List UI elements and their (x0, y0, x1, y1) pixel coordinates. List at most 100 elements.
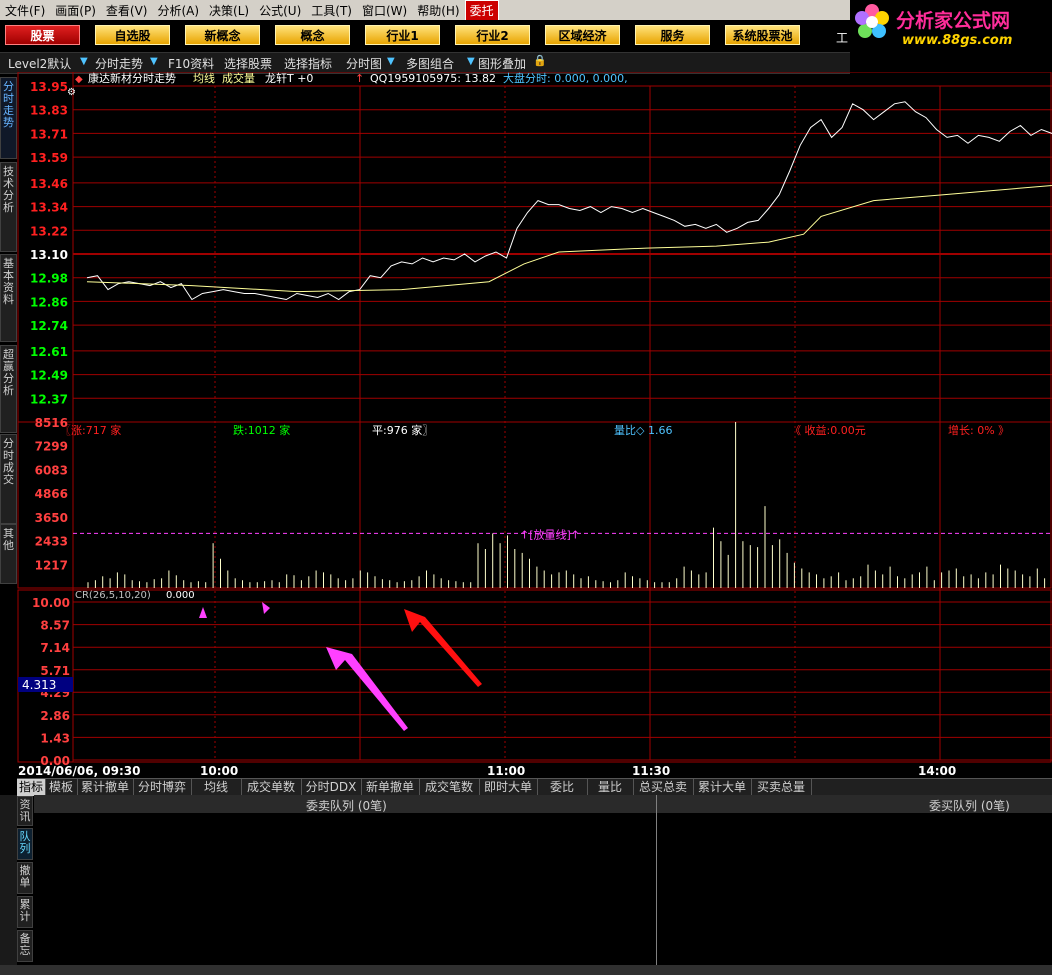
price-tick-label: 13.83 (30, 104, 68, 118)
toolbar-item-2[interactable]: F10资料 (168, 55, 214, 72)
menu-item-0[interactable]: 文件(F) (0, 0, 50, 21)
nav-button-4[interactable]: 行业1 (365, 25, 440, 45)
volume-tick-label: 1217 (35, 558, 68, 572)
side-tab-2[interactable]: 撤单 (17, 862, 33, 894)
cr-panel-frame (17, 589, 1052, 763)
header-qq: QQ1959105975: 13.82 (370, 72, 496, 85)
volume-tick-label: 2433 (35, 535, 68, 549)
menu-item-7[interactable]: 窗口(W) (357, 0, 412, 21)
stat-ratio: 量比◇ 1.66 (614, 424, 672, 437)
nav-button-6[interactable]: 区域经济 (545, 25, 620, 45)
price-tick-label: 13.71 (30, 127, 68, 141)
dropdown-arrow-icon[interactable]: ▼ (467, 56, 475, 67)
logo-url: www.88gs.com (902, 33, 1013, 48)
volume-tick-label: 4866 (35, 487, 68, 501)
menu-item-4[interactable]: 决策(L) (204, 0, 254, 21)
price-tick-label: 13.22 (30, 224, 68, 238)
toolbar-item-4[interactable]: 选择指标 (284, 55, 332, 72)
bottom-tab-10[interactable]: 委比 (537, 779, 588, 796)
bottom-tab-8[interactable]: 成交笔数 (419, 779, 480, 796)
price-tick-label: 13.95 (30, 80, 68, 94)
nav-button-1[interactable]: 自选股 (95, 25, 170, 45)
indicator-value: 0.000 (166, 590, 195, 601)
toolbar-item-6[interactable]: 多图组合 (406, 55, 454, 72)
volume-tick-label: 3650 (35, 511, 68, 525)
nav-button-0[interactable]: 股票 (5, 25, 80, 45)
stat-income: 《 收益:0.00元 (790, 423, 866, 437)
bottom-tab-13[interactable]: 累计大单 (693, 779, 752, 796)
price-line (86, 101, 1052, 301)
bottom-tab-0[interactable]: 指标 (17, 779, 46, 796)
side-tab-0[interactable]: 资讯 (17, 796, 33, 826)
toolbar-item-3[interactable]: 选择股票 (224, 55, 272, 72)
bottom-tab-5[interactable]: 成交单数 (241, 779, 302, 796)
menu-item-5[interactable]: 公式(U) (254, 0, 306, 21)
menu-item-3[interactable]: 分析(A) (152, 0, 204, 21)
nav-button-2[interactable]: 新概念 (185, 25, 260, 45)
bottom-tab-12[interactable]: 总买总卖 (633, 779, 694, 796)
price-tick-label: 13.34 (30, 201, 68, 215)
menu-item-6[interactable]: 工具(T) (306, 0, 357, 21)
side-tab-4[interactable]: 备忘 (17, 930, 33, 962)
bottom-tab-1[interactable]: 模板 (45, 779, 78, 796)
time-axis-label: 11:00 (487, 764, 525, 778)
nav-button-5[interactable]: 行业2 (455, 25, 530, 45)
nav-button-7[interactable]: 服务 (635, 25, 710, 45)
bottom-tab-6[interactable]: 分时DDX (301, 779, 362, 796)
status-strip (0, 965, 1052, 975)
menu-item-1[interactable]: 画面(P) (50, 0, 101, 21)
buy-queue-label: 委买队列 (0笔) (929, 799, 1010, 813)
average-line (86, 184, 1052, 293)
header-vol: 成交量 (222, 72, 255, 85)
header-dragon: 龙轩T +0 (265, 72, 313, 85)
logo: 分析家公式网 www.88gs.com (850, 0, 1052, 52)
queue-divider (656, 795, 657, 965)
nav-button-8[interactable]: 系统股票池 (725, 25, 800, 45)
settings-icon[interactable]: ⚙ (67, 87, 76, 98)
bottom-tab-4[interactable]: 均线 (191, 779, 242, 796)
intraday-chart[interactable]: 13.95 13.83 13.71 13.59 13.46 13.34 13.22 13.10… (0, 72, 1052, 778)
toolbar-item-0[interactable]: Level2默认 (8, 55, 71, 72)
bottom-tab-9[interactable]: 即时大单 (479, 779, 538, 796)
menu-item-9[interactable]: 委托 (464, 0, 499, 21)
nav-button-3[interactable]: 概念 (275, 25, 350, 45)
toolbar-item-1[interactable]: 分时走势 (95, 55, 143, 72)
bottom-tab-11[interactable]: 量比 (587, 779, 634, 796)
volume-tick-label: 6083 (35, 463, 68, 477)
menu-item-8[interactable]: 帮助(H) (412, 0, 464, 21)
indicator-label: CR(26,5,10,20) (75, 590, 151, 601)
stat-flat: 平:976 家〗 (372, 423, 433, 437)
dropdown-arrow-icon[interactable]: ▼ (387, 56, 395, 67)
volume-tick-label: 7299 (35, 440, 68, 454)
time-axis-label: 11:30 (632, 764, 670, 778)
sell-queue-label: 委卖队列 (0笔) (306, 799, 387, 813)
side-tab-1[interactable]: 队列 (17, 828, 33, 860)
dropdown-arrow-icon[interactable]: ▼ (150, 56, 158, 67)
bottom-tab-14[interactable]: 买卖总量 (751, 779, 812, 796)
bottom-tab-3[interactable]: 分时博弈 (133, 779, 192, 796)
cr-tick-label: 8.57 (40, 619, 70, 633)
price-tick-label: 12.49 (30, 369, 68, 383)
cr-tick-label: 2.86 (40, 709, 70, 723)
nav-extra: 工 (836, 31, 849, 45)
side-tab-3[interactable]: 累计 (17, 896, 33, 928)
price-tick-label: 12.61 (30, 345, 68, 359)
bottom-tab-2[interactable]: 累计撤单 (77, 779, 134, 796)
cr-tick-label: 5.71 (40, 664, 70, 678)
time-axis-label: 10:00 (200, 764, 238, 778)
toolbar-item-5[interactable]: 分时图 (346, 55, 382, 72)
dropdown-arrow-icon[interactable]: ▼ (80, 56, 88, 67)
stat-up: 〖涨:717 家 (60, 423, 121, 437)
left-gutter (0, 795, 17, 965)
menu-item-2[interactable]: 查看(V) (101, 0, 153, 21)
nav-bar: 股票 自选股 新概念 概念 行业1 行业2 区域经济 服务 系统股票池 工 (0, 20, 850, 50)
cr-tick-label: 7.14 (40, 641, 70, 655)
cursor-value: 4.313 (22, 678, 56, 692)
price-tick-label: 13.59 (30, 151, 68, 165)
toolbar-item-7[interactable]: 图形叠加 (478, 55, 526, 72)
red-annotation-arrow (404, 609, 482, 687)
queue-header: 委卖队列 (0笔) 委买队列 (0笔) (34, 795, 1052, 813)
header-marker-icon: ◆ (75, 74, 83, 85)
bottom-tab-7[interactable]: 新单撤单 (361, 779, 420, 796)
lock-icon[interactable]: 🔒 (533, 54, 547, 67)
